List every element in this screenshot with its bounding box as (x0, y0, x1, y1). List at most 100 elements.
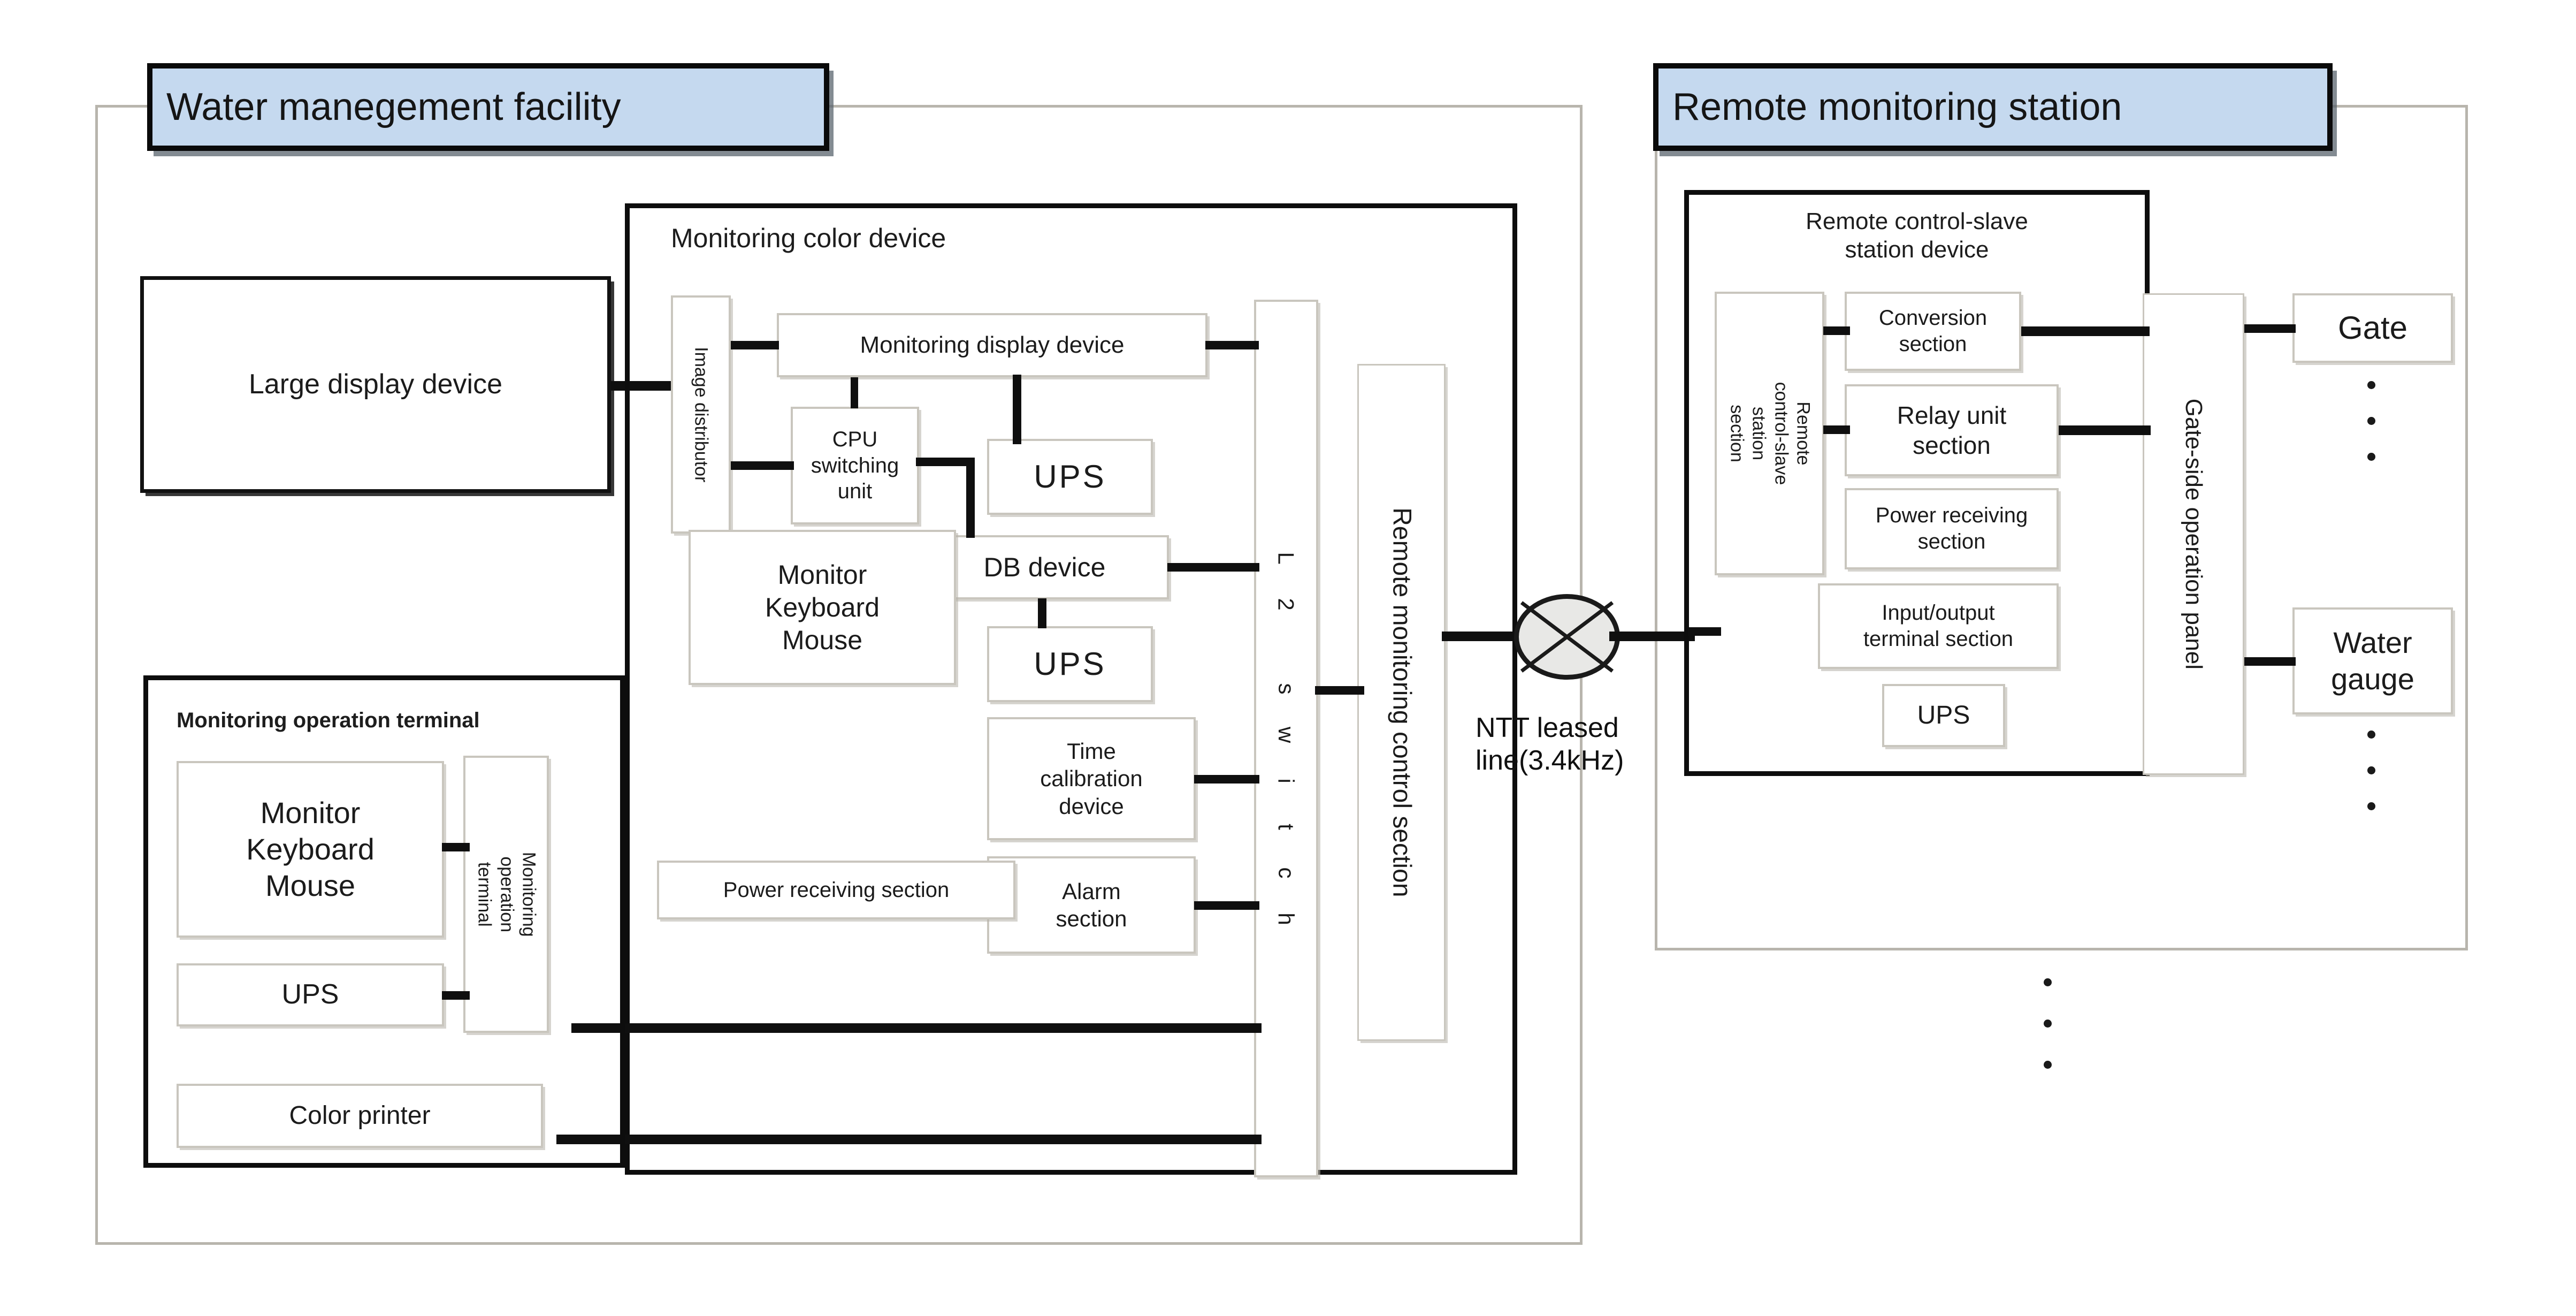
left-station-title: Water manegement facility (166, 86, 621, 128)
connector-monitordisplay-cpu (851, 377, 858, 408)
connector-imagedist-monitordisplay (731, 341, 779, 349)
input-output-terminal-section-box: Input/output terminal section (1818, 583, 2059, 669)
right-ups-label: UPS (1917, 701, 1970, 729)
connector-imagedist-cpu (731, 461, 794, 470)
image-distributor-label: Image distributor (691, 346, 712, 483)
monitoring-operation-terminal-vertical-box: Monitoring operation terminal (463, 756, 549, 1033)
db-device-box: DB device (920, 535, 1169, 599)
l2-switch-char-3: s (1274, 683, 1299, 695)
l2-switch-box: L 2 s w i t c h (1254, 300, 1318, 1177)
cpu-switching-unit-box: CPU switching unit (791, 407, 919, 524)
ellipsis-dot (2044, 978, 2052, 986)
relay-unit-section-box: Relay unit section (1845, 384, 2059, 476)
ups-top-label: UPS (1034, 459, 1106, 495)
conversion-section-box: Conversion section (1845, 292, 2021, 371)
image-distributor-box: Image distributor (671, 295, 731, 534)
monitor-keyboard-mouse-label: Monitor Keyboard Mouse (765, 559, 880, 655)
l2-switch-char-1: 2 (1273, 598, 1299, 611)
gate-box: Gate (2292, 293, 2453, 363)
ellipsis-dot (2367, 381, 2375, 389)
monitoring-color-device-caption: Monitoring color device (671, 223, 946, 253)
conversion-section-label: Conversion section (1878, 306, 1988, 356)
connector-mkm-terminal (442, 843, 470, 851)
connector-timecal-l2 (1194, 775, 1259, 783)
l2-switch-char-7: c (1274, 867, 1299, 879)
ups-top-box: UPS (987, 439, 1153, 515)
water-gauge-ellipsis-dots (2367, 731, 2375, 810)
large-display-device-label: Large display device (248, 368, 503, 400)
connector-link-slavesection (1688, 627, 1721, 636)
monitoring-display-device-box: Monitoring display device (777, 313, 1207, 377)
l2-switch-char-4: w (1274, 726, 1299, 743)
terminal-ups-box: UPS (177, 963, 444, 1026)
diagram-canvas: Water manegement facility Large display … (0, 0, 2576, 1316)
power-receiving-section-left-label: Power receiving section (723, 878, 950, 902)
l2-switch-char-5: i (1274, 778, 1299, 783)
remote-control-slave-station-section-box: Remote control-slave station section (1715, 292, 1824, 575)
right-station-title: Remote monitoring station (1672, 86, 2122, 128)
monitoring-operation-terminal-caption: Monitoring operation terminal (177, 709, 480, 732)
connector-slavesection-relay (1823, 425, 1850, 434)
db-device-label: DB device (983, 552, 1106, 582)
ntt-leased-line-label-line2: line(3.4kHz) (1476, 745, 1624, 777)
ellipsis-dot (2367, 453, 2375, 461)
ellipsis-dot (2367, 766, 2375, 774)
monitoring-operation-terminal-vertical-label: Monitoring operation terminal (474, 851, 539, 937)
connector-nttnode-rightstation (1609, 632, 1695, 641)
power-receiving-section-right-label: Power receiving section (1875, 504, 2028, 553)
l2-switch-char-6: t (1273, 824, 1299, 830)
remote-monitoring-control-section-box: Remote monitoring control section (1357, 364, 1446, 1041)
ellipsis-dot (2044, 1020, 2052, 1028)
ellipsis-dot (2044, 1061, 2052, 1069)
ellipsis-dot (2367, 417, 2375, 425)
water-gauge-label: Water gauge (2331, 625, 2414, 696)
terminal-monitor-keyboard-mouse-box: Monitor Keyboard Mouse (177, 761, 444, 938)
alarm-section-box: Alarm section (987, 856, 1196, 954)
remote-monitoring-control-section-label: Remote monitoring control section (1387, 507, 1416, 897)
connector-ups-terminal (442, 991, 470, 1000)
ntt-leased-line-label-line1: NTT leased (1476, 712, 1619, 743)
connector-slavesection-conversion (1823, 326, 1850, 335)
time-calibration-device-box: Time calibration device (987, 717, 1196, 840)
right-station-title-plaque: Remote monitoring station (1653, 63, 2333, 151)
alarm-section-label: Alarm section (1056, 878, 1127, 931)
connector-relay-gatepanel (2059, 425, 2151, 435)
water-gauge-box: Water gauge (2292, 607, 2453, 714)
connector-db-l2 (1167, 563, 1259, 572)
right-station-ellipsis-dots (2044, 978, 2052, 1069)
ntt-node-cross-icon (1520, 601, 1614, 673)
ntt-leased-line-label: NTT leased line(3.4kHz) (1476, 712, 1711, 778)
relay-unit-section-label: Relay unit section (1897, 401, 2007, 459)
ups-mid-label: UPS (1034, 646, 1106, 682)
color-printer-box: Color printer (177, 1084, 543, 1148)
l2-switch-char-8: h (1273, 912, 1299, 925)
connector-colorprinter-l2 (556, 1135, 1262, 1144)
remote-control-slave-station-section-label: Remote control-slave station section (1726, 382, 1814, 485)
terminal-ups-label: UPS (281, 979, 339, 1010)
connector-gatepanel-gate (2244, 324, 2296, 333)
monitor-keyboard-mouse-box: Monitor Keyboard Mouse (689, 530, 956, 685)
connector-conversion-gatepanel (2021, 326, 2150, 336)
color-printer-label: Color printer (289, 1101, 431, 1130)
power-receiving-section-left-box: Power receiving section (657, 861, 1015, 919)
connector-monitordisplay-upstop (1013, 375, 1021, 444)
right-ups-box: UPS (1882, 684, 2005, 747)
cpu-switching-unit-label: CPU switching unit (811, 427, 899, 504)
connector-remotecontrol-nttnode (1442, 632, 1519, 641)
connector-cpu-db-vertical (966, 458, 975, 538)
ntt-node-icon (1514, 594, 1620, 680)
left-station-title-plaque: Water manegement facility (147, 63, 829, 151)
connector-db-upsmid (1038, 598, 1046, 628)
ellipsis-dot (2367, 802, 2375, 810)
input-output-terminal-section-label: Input/output terminal section (1863, 601, 2014, 651)
monitoring-display-device-label: Monitoring display device (860, 332, 1125, 359)
connector-gatepanel-watergauge (2244, 657, 2296, 666)
terminal-monitor-keyboard-mouse-label: Monitor Keyboard Mouse (246, 795, 374, 903)
connector-monitordisplay-l2 (1205, 341, 1259, 349)
ups-mid-box: UPS (987, 626, 1153, 702)
gate-side-operation-panel-label: Gate-side operation panel (2180, 398, 2207, 670)
gate-ellipsis-dots (2367, 381, 2375, 461)
large-display-device-box: Large display device (140, 276, 611, 493)
connector-terminal-l2-upper (571, 1023, 1262, 1033)
gate-side-operation-panel-box: Gate-side operation panel (2143, 293, 2244, 775)
